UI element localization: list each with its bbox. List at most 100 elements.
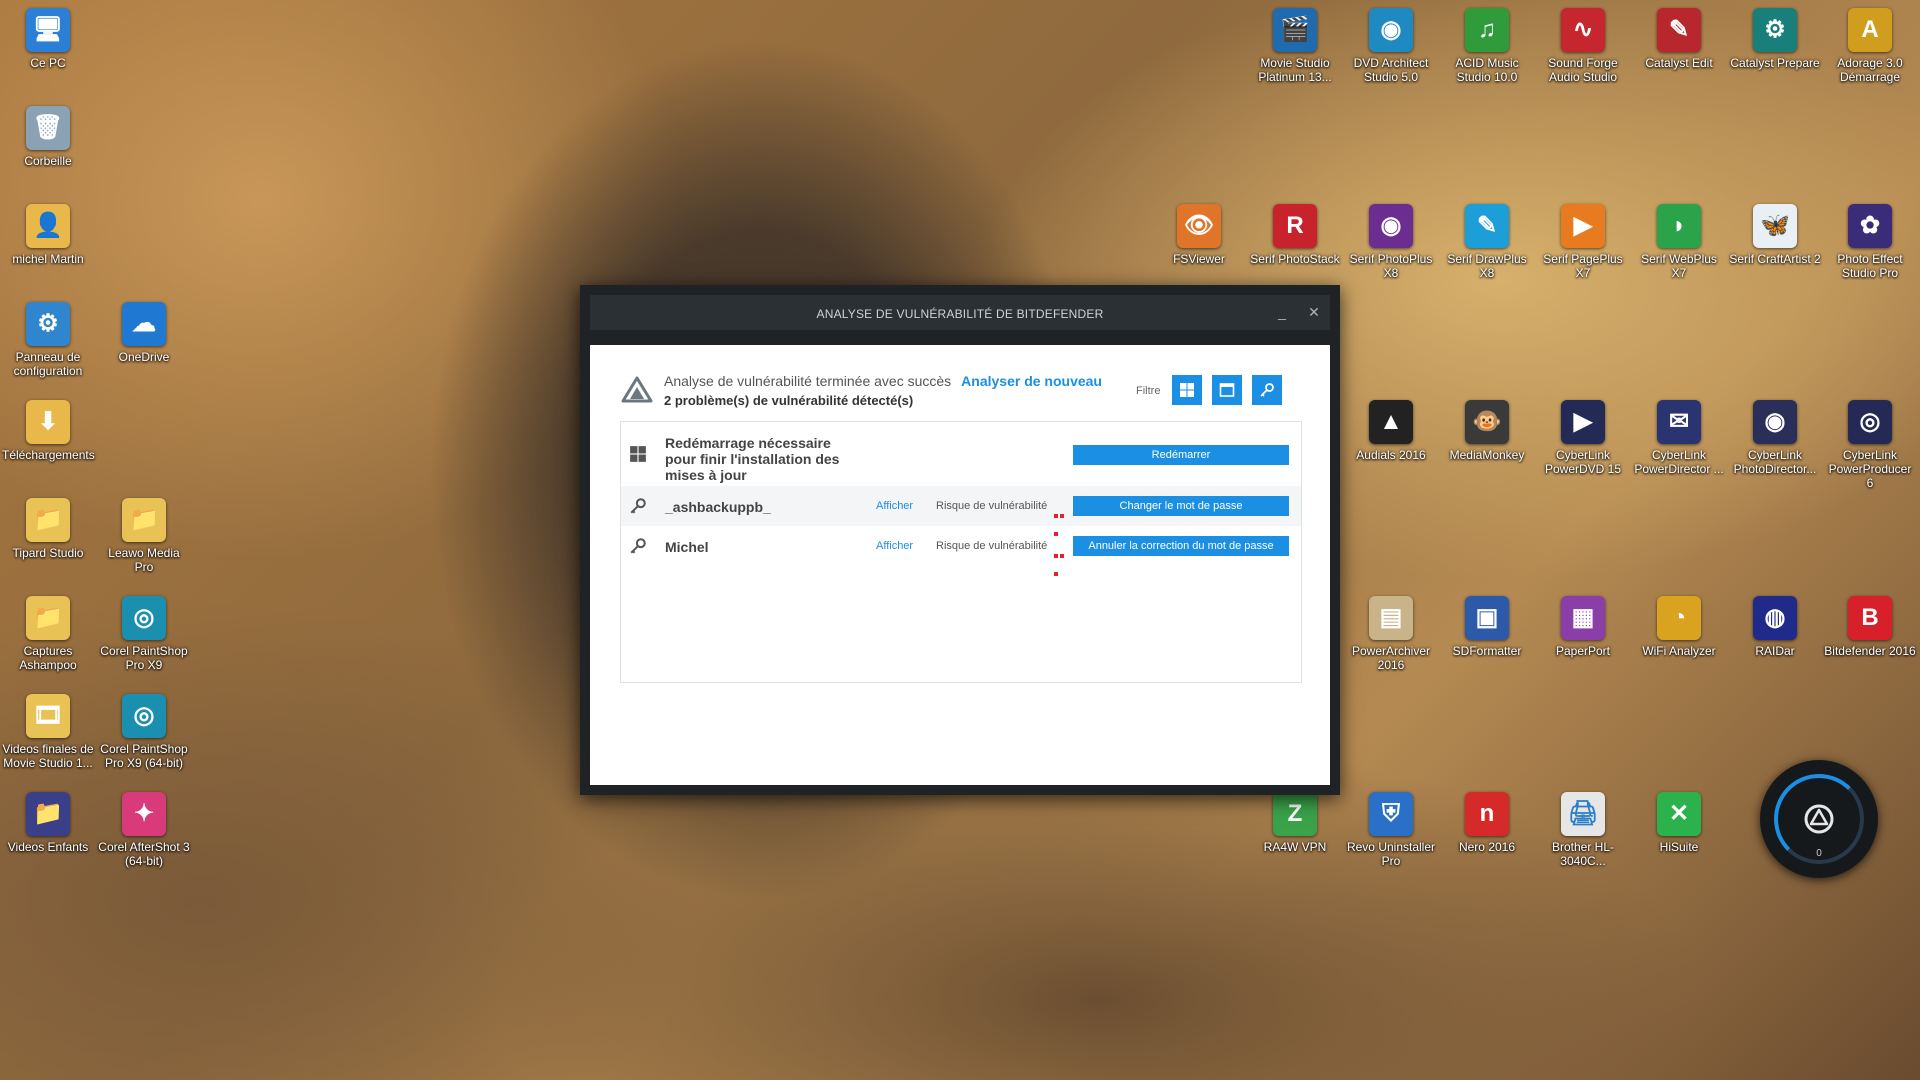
desktop-shortcut[interactable]: ▣ SDFormatter (1441, 596, 1533, 658)
key-icon (1260, 383, 1274, 397)
desktop-shortcut[interactable]: ✦ Corel AfterShot 3 (64-bit) (98, 792, 190, 868)
rescan-link[interactable]: Analyser de nouveau (961, 373, 1102, 389)
windows-icon (630, 446, 646, 462)
desktop-shortcut[interactable]: 🎞 Videos finales de Movie Studio 1... (2, 694, 94, 770)
desktop-shortcut[interactable]: 🗑 Corbeille (2, 106, 94, 168)
desktop-shortcut[interactable]: ▲ Audials 2016 (1345, 400, 1437, 462)
risk-indicator (1054, 505, 1070, 536)
desktop-shortcut[interactable]: ▶ Serif PagePlus X7 (1537, 204, 1629, 280)
desktop-shortcut[interactable]: ◍ RAIDar (1729, 596, 1821, 658)
undo-password-fix-button[interactable]: Annuler la correction du mot de passe (1073, 536, 1289, 556)
account-name: _ashbackuppb_ (665, 499, 771, 515)
desktop-shortcut-label: Corel PaintShop Pro X9 (100, 644, 188, 672)
key-icon (630, 538, 646, 554)
desktop-shortcut-label: michel Martin (12, 252, 84, 266)
desktop-shortcut-label: WiFi Analyzer (1642, 644, 1716, 658)
show-link[interactable]: Afficher (876, 500, 913, 512)
desktop-shortcut-label: Corbeille (24, 154, 72, 168)
desktop-shortcut[interactable]: 🦋 Serif CraftArtist 2 (1729, 204, 1821, 266)
desktop-shortcut-label: Corel PaintShop Pro X9 (64-bit) (100, 742, 188, 770)
desktop-shortcut[interactable]: A Adorage 3.0 Démarrage (1824, 8, 1916, 84)
application-window-icon (1219, 383, 1235, 397)
change-password-button[interactable]: Changer le mot de passe (1073, 496, 1289, 516)
desktop-shortcut[interactable]: ▦ PaperPort (1537, 596, 1629, 658)
powerproducer-icon: ◎ (1848, 400, 1892, 444)
desktop-shortcut[interactable]: ◎ CyberLink PowerProducer 6 (1824, 400, 1916, 490)
desktop-shortcut[interactable]: ⚙ Catalyst Prepare (1729, 8, 1821, 70)
desktop-shortcut[interactable]: 📁 Tipard Studio (2, 498, 94, 560)
desktop-shortcut[interactable]: ⬇ Téléchargements (2, 400, 95, 462)
video-folder-icon: 📁 (26, 792, 70, 836)
folder-icon: 📁 (122, 498, 166, 542)
restart-button[interactable]: Redémarrer (1073, 445, 1289, 465)
desktop-shortcut[interactable]: Z RA4W VPN (1249, 792, 1341, 854)
desktop-shortcut-label: RA4W VPN (1263, 840, 1327, 854)
desktop-shortcut-label: HiSuite (1659, 840, 1699, 854)
desktop-shortcut-label: Brother HL-3040C... (1551, 840, 1615, 868)
bitdefender-widget[interactable]: 0 (1760, 760, 1878, 878)
desktop-shortcut[interactable]: ♫ ACID Music Studio 10.0 (1441, 8, 1533, 84)
desktop-shortcut[interactable]: 🎬 Movie Studio Platinum 13... (1249, 8, 1341, 84)
desktop-shortcut[interactable]: 📁 Captures Ashampoo (2, 596, 94, 672)
desktop-shortcut-label: SDFormatter (1452, 644, 1522, 658)
desktop-shortcut[interactable]: ▶ CyberLink PowerDVD 15 (1537, 400, 1629, 476)
desktop-shortcut[interactable]: R Serif PhotoStack (1249, 204, 1341, 266)
filter-windows-button[interactable] (1172, 375, 1202, 405)
filter-passwords-button[interactable] (1252, 375, 1282, 405)
desktop-shortcut[interactable]: 🖨 Brother HL-3040C... (1537, 792, 1629, 868)
desktop-shortcut[interactable]: ⛨ Revo Uninstaller Pro (1345, 792, 1437, 868)
desktop-shortcut-label: Photo Effect Studio Pro (1837, 252, 1903, 280)
close-button[interactable]: ✕ (1302, 301, 1326, 323)
serif-photostack-icon: R (1273, 204, 1317, 248)
list-item: Redémarrage nécessaire pour finir l'inst… (621, 422, 1301, 486)
desktop-shortcut[interactable]: ☁ OneDrive (98, 302, 190, 364)
desktop-shortcut[interactable]: ✎ Catalyst Edit (1633, 8, 1725, 70)
desktop-shortcut[interactable]: 📁 Videos Enfants (2, 792, 94, 854)
desktop-shortcut[interactable]: ◔ WiFi Analyzer (1633, 596, 1725, 658)
desktop-shortcut[interactable]: B Bitdefender 2016 (1824, 596, 1916, 658)
desktop-shortcut-label: PaperPort (1555, 644, 1611, 658)
desktop-shortcut-label: CyberLink PowerDirector ... (1634, 448, 1724, 476)
desktop-shortcut[interactable]: ◗ Serif WebPlus X7 (1633, 204, 1725, 280)
desktop-shortcut-label: Adorage 3.0 Démarrage (1837, 56, 1903, 84)
desktop-shortcut[interactable]: ◎ Corel PaintShop Pro X9 (64-bit) (98, 694, 190, 770)
minimize-button[interactable]: _ (1270, 301, 1294, 323)
aftershot-icon: ✦ (122, 792, 166, 836)
dialog-titlebar[interactable]: ANALYSE DE VULNÉRABILITÉ DE BITDEFENDER … (590, 295, 1330, 330)
list-item: _ashbackuppb_ Afficher Risque de vulnéra… (621, 486, 1301, 536)
desktop-shortcut-label: Leawo Media Pro (108, 546, 180, 574)
raidar-icon: ◍ (1753, 596, 1797, 640)
desktop-shortcut[interactable]: 🖥 Ce PC (2, 8, 94, 70)
desktop-shortcut-label: OneDrive (118, 350, 170, 364)
desktop-shortcut[interactable]: ◉ Serif PhotoPlus X8 (1345, 204, 1437, 280)
desktop-shortcut[interactable]: ⚙ Panneau de configuration (2, 302, 94, 378)
desktop-shortcut[interactable]: ◎ Corel PaintShop Pro X9 (98, 596, 190, 672)
audials-icon: ▲ (1369, 400, 1413, 444)
desktop-shortcut-label: ACID Music Studio 10.0 (1455, 56, 1519, 84)
show-link[interactable]: Afficher (876, 540, 913, 552)
desktop-shortcut[interactable]: ∿ Sound Forge Audio Studio (1537, 8, 1629, 84)
scan-summary: Analyse de vulnérabilité terminée avec s… (620, 371, 1300, 415)
desktop-shortcut-label: DVD Architect Studio 5.0 (1353, 56, 1429, 84)
key-icon (630, 498, 646, 514)
filter-applications-button[interactable] (1212, 375, 1242, 405)
movie-studio-icon: 🎬 (1273, 8, 1317, 52)
sound-forge-icon: ∿ (1561, 8, 1605, 52)
desktop-shortcut[interactable]: ✉ CyberLink PowerDirector ... (1633, 400, 1725, 476)
fsviewer-icon: 👁 (1177, 204, 1221, 248)
photodirector-icon: ◉ (1753, 400, 1797, 444)
desktop-shortcut[interactable]: 👤 michel Martin (2, 204, 94, 266)
desktop-shortcut[interactable]: 🐵 MediaMonkey (1441, 400, 1533, 462)
desktop-shortcut[interactable]: 👁 FSViewer (1153, 204, 1245, 266)
desktop-shortcut[interactable]: ◉ CyberLink PhotoDirector... (1729, 400, 1821, 476)
desktop-shortcut[interactable]: ✕ HiSuite (1633, 792, 1725, 854)
desktop-shortcut[interactable]: n Nero 2016 (1441, 792, 1533, 854)
folder-icon: 📁 (26, 596, 70, 640)
paintshop-icon: ◎ (122, 596, 166, 640)
recycle-bin-icon: 🗑 (26, 106, 70, 150)
desktop-shortcut[interactable]: ✎ Serif DrawPlus X8 (1441, 204, 1533, 280)
desktop-shortcut[interactable]: ▤ PowerArchiver 2016 (1345, 596, 1437, 672)
desktop-shortcut[interactable]: ◉ DVD Architect Studio 5.0 (1345, 8, 1437, 84)
desktop-shortcut[interactable]: 📁 Leawo Media Pro (98, 498, 190, 574)
desktop-shortcut[interactable]: ✿ Photo Effect Studio Pro (1824, 204, 1916, 280)
